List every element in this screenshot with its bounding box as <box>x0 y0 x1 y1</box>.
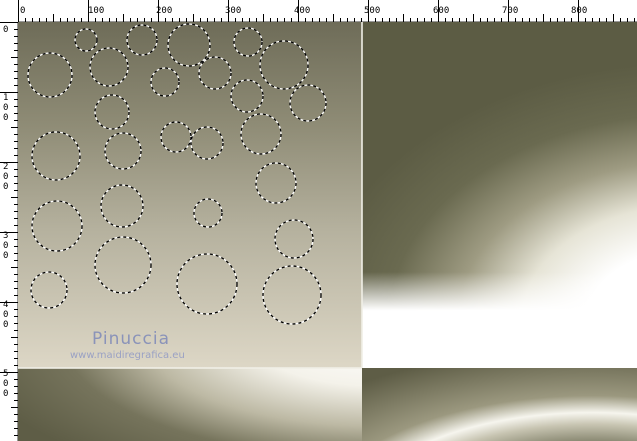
ruler-tick <box>0 22 18 23</box>
ruler-label: 100 <box>88 6 105 16</box>
ruler-tick <box>18 0 19 22</box>
selection-circle-ants <box>89 47 129 87</box>
ruler-tick <box>11 267 18 268</box>
ruler-label: 500 <box>364 6 381 16</box>
ruler-tick <box>53 14 54 22</box>
ruler-label: 0 <box>3 241 9 251</box>
ruler-tick <box>613 14 614 22</box>
ruler-tick <box>228 0 229 22</box>
ruler-tick <box>11 127 18 128</box>
ruler-tick <box>11 197 18 198</box>
ruler-label: 0 <box>3 379 9 389</box>
circle-selection-layer[interactable] <box>18 22 362 368</box>
ruler-label: 3 <box>3 231 9 241</box>
ruler-label: 600 <box>433 6 450 16</box>
ruler-label: 0 <box>3 389 9 399</box>
ruler-tick <box>368 0 369 22</box>
canvas-tile-bottom-right <box>362 368 637 441</box>
ruler-label: 0 <box>3 310 9 320</box>
ruler-tick <box>123 14 124 22</box>
ruler-label: 1 <box>3 93 9 103</box>
ruler-label: 0 <box>3 320 9 330</box>
ruler-tick <box>0 232 18 233</box>
watermark-title: Pinuccia <box>92 329 170 349</box>
vertical-ruler: 0 1 0 0 2 0 0 3 0 0 4 0 0 5 0 0 <box>0 22 18 441</box>
ruler-label: 0 <box>3 103 9 113</box>
ruler-tick <box>0 92 18 93</box>
horizontal-ruler: 0 100 200 300 400 500 600 700 800 <box>0 0 637 22</box>
ruler-tick <box>333 14 334 22</box>
ruler-tick <box>11 407 18 408</box>
ruler-tick <box>0 372 18 373</box>
ruler-label: 400 <box>294 6 311 16</box>
ruler-label: 2 <box>3 162 9 172</box>
selection-circle-ants <box>74 28 98 52</box>
image-canvas[interactable]: Pinuccia www.maidiregrafica.eu <box>18 22 637 441</box>
ruler-tick <box>438 0 439 22</box>
ruler-tick <box>543 14 544 22</box>
ruler-label: 700 <box>502 6 519 16</box>
ruler-tick <box>11 57 18 58</box>
ruler-label: 0 <box>3 113 9 123</box>
ruler-tick <box>11 337 18 338</box>
ruler-corner <box>0 0 18 22</box>
ruler-label: 0 <box>3 25 9 35</box>
canvas-tile-right-glow <box>362 272 637 368</box>
ruler-tick <box>473 14 474 22</box>
ruler-label: 0 <box>20 6 26 16</box>
ruler-tick <box>158 0 159 22</box>
selection-circle-ants <box>274 219 314 259</box>
ruler-tick <box>88 0 89 22</box>
ruler-tick <box>298 0 299 22</box>
ruler-label: 0 <box>3 172 9 182</box>
selection-circle <box>160 121 192 153</box>
watermark-url: www.maidiregrafica.eu <box>70 350 185 361</box>
ruler-tick <box>263 14 264 22</box>
selection-circle <box>126 24 158 56</box>
ruler-tick <box>578 0 579 22</box>
ruler-label: 800 <box>571 6 588 16</box>
canvas-tile-bottom-left <box>18 368 362 441</box>
ruler-tick <box>0 302 18 303</box>
ruler-tick <box>193 14 194 22</box>
ruler-tick <box>508 0 509 22</box>
ruler-tick <box>0 162 18 163</box>
ruler-tick <box>403 14 404 22</box>
ruler-label: 0 <box>3 182 9 192</box>
ruler-label: 0 <box>3 251 9 261</box>
